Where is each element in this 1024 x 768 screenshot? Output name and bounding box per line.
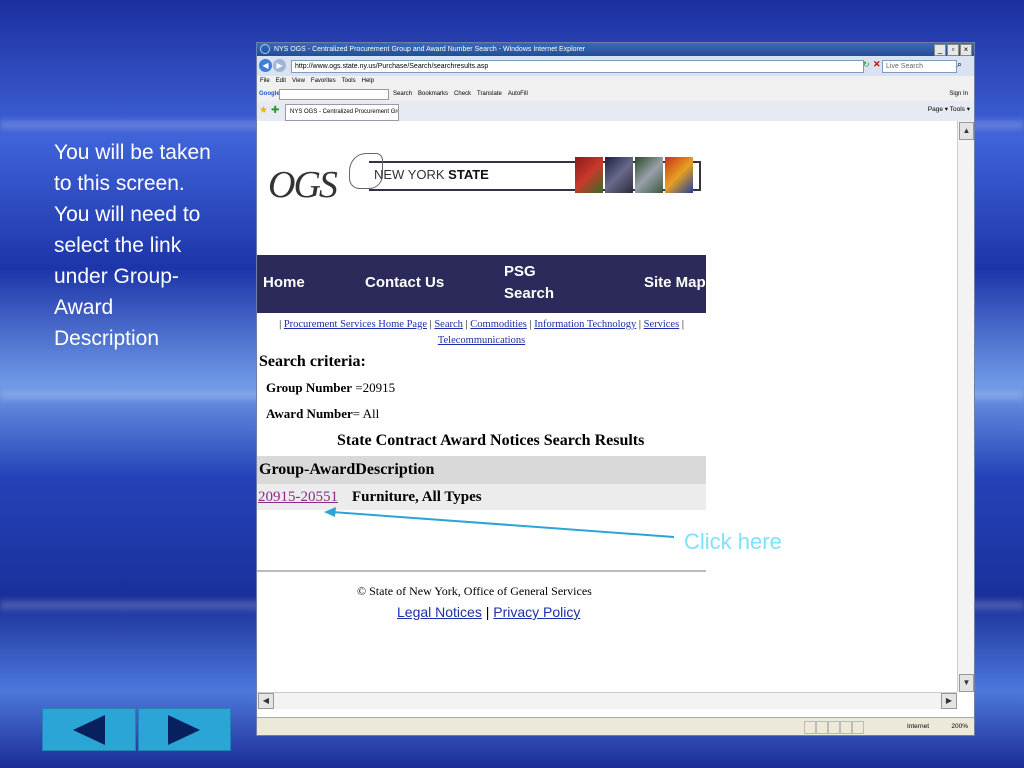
callout-arrowhead xyxy=(324,507,336,517)
next-slide-button[interactable] xyxy=(137,708,231,751)
callout-arrow xyxy=(324,507,675,538)
callout-line xyxy=(331,511,675,538)
click-here-callout: Click here xyxy=(684,529,782,554)
arrow-right-icon xyxy=(168,714,201,745)
slide-nav-buttons xyxy=(42,708,231,751)
arrow-left-icon xyxy=(72,714,105,745)
previous-slide-button[interactable] xyxy=(42,708,136,751)
